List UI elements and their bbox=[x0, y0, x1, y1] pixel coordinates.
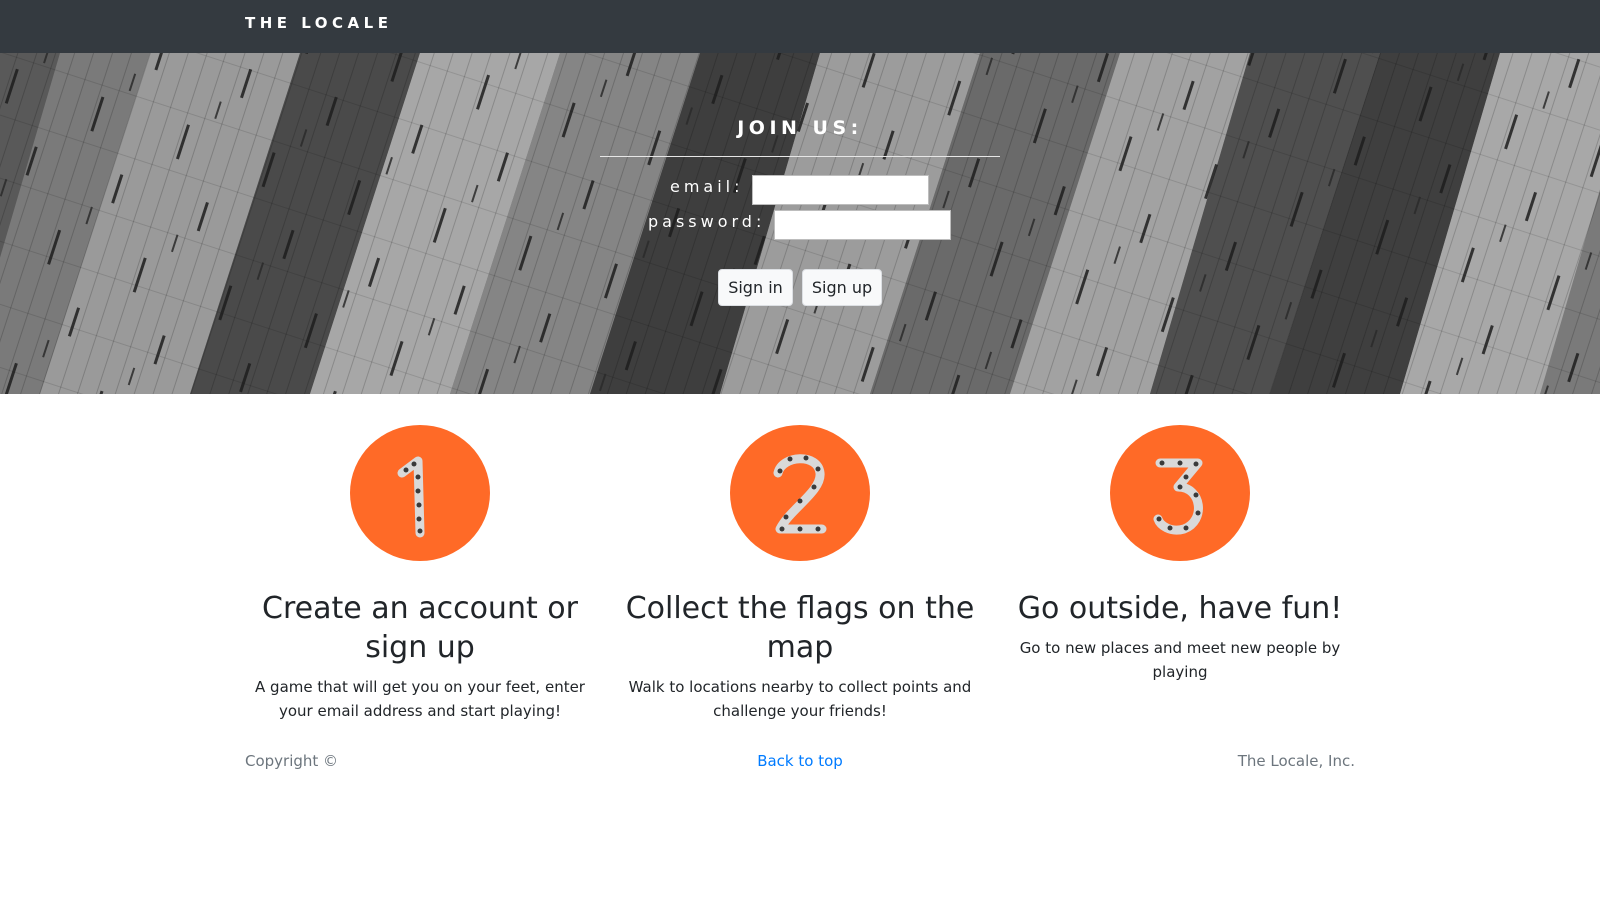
step-1-title: Create an account or sign up bbox=[262, 591, 578, 665]
step-3-badge bbox=[1110, 425, 1250, 561]
step-3-text: Go to new places and meet new people by … bbox=[1019, 639, 1341, 681]
step-2-badge bbox=[730, 425, 870, 561]
hero-banner: JOIN US: email: password: Sign in Sign u… bbox=[0, 53, 1600, 394]
password-label: password: bbox=[648, 212, 766, 231]
step-2: Collect the flags on the map Walk to loc… bbox=[625, 425, 975, 723]
email-field[interactable] bbox=[752, 175, 929, 205]
company-name: The Locale, Inc. bbox=[1237, 752, 1355, 770]
join-divider bbox=[600, 156, 1000, 157]
step-2-text: Walk to locations nearby to collect poin… bbox=[628, 678, 972, 720]
step-1-badge bbox=[350, 425, 490, 561]
join-heading: JOIN US: bbox=[737, 117, 863, 139]
step-3: Go outside, have fun! Go to new places a… bbox=[1005, 425, 1355, 684]
footer-center: Back to top bbox=[0, 752, 1600, 770]
step-1-text: A game that will get you on your feet, e… bbox=[255, 678, 585, 720]
navbar: THE LOCALE bbox=[0, 0, 1600, 53]
email-label: email: bbox=[670, 177, 744, 196]
brand-link[interactable]: THE LOCALE bbox=[245, 14, 392, 32]
step-3-title: Go outside, have fun! bbox=[1017, 591, 1343, 626]
number-three-icon bbox=[1153, 458, 1203, 535]
sign-up-button[interactable]: Sign up bbox=[802, 269, 882, 306]
password-field[interactable] bbox=[774, 210, 951, 240]
sign-in-button[interactable]: Sign in bbox=[718, 269, 793, 306]
number-one-icon bbox=[397, 456, 425, 538]
number-two-icon bbox=[773, 454, 827, 534]
step-1: Create an account or sign up A game that… bbox=[245, 425, 595, 723]
back-to-top-link[interactable]: Back to top bbox=[757, 752, 843, 770]
step-2-title: Collect the flags on the map bbox=[625, 591, 975, 665]
